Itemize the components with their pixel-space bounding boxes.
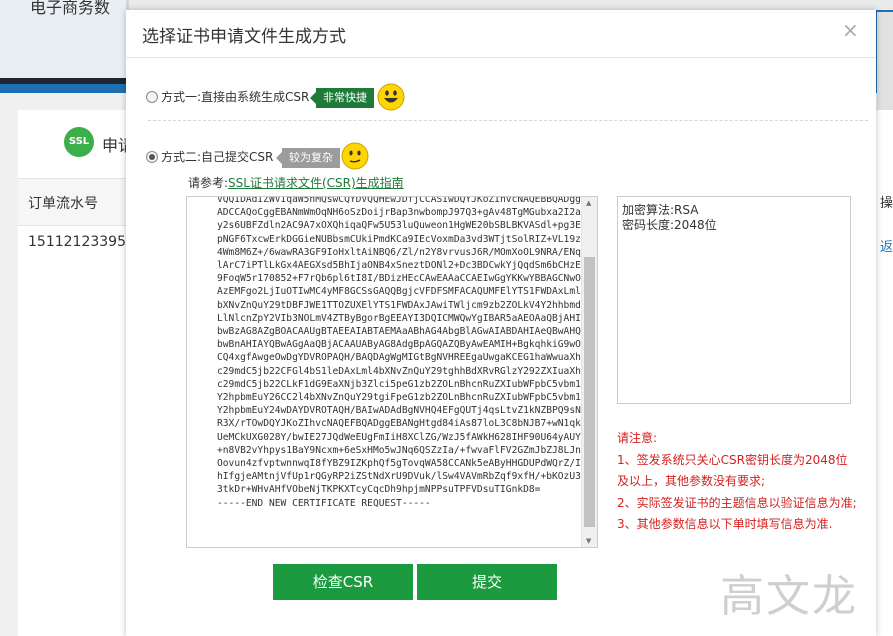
signature-watermark: 高文龙	[720, 571, 858, 622]
option-system-generate-label: 方式一:直接由系统生成CSR	[161, 90, 310, 104]
reference-prefix: 请参考:	[188, 176, 229, 190]
csr-textarea[interactable]: VQQIDAdIZWVIqaW5nMQswCQYDVQQHEwJDfjCCASI…	[186, 196, 598, 548]
notice: 请注意: 1、签发系统只关心CSR密钥长度为2048位及以上，其他参数没有要求;…	[617, 428, 857, 536]
notice-item: 3、其他参数信息以下单时填写信息为准.	[617, 517, 833, 531]
reference-line: 请参考:SSL证书请求文件(CSR)生成指南	[188, 174, 404, 191]
submit-button[interactable]: 提交	[417, 564, 557, 600]
smiley-happy-icon	[377, 83, 405, 111]
csr-text: VQQIDAdIZWVIqaW5nMQswCQYDVQQHEwJDfjCCASI…	[217, 196, 593, 509]
table-header: 订单流水号	[18, 178, 126, 226]
complex-tag: 较为复杂	[276, 148, 340, 168]
radio-icon[interactable]	[146, 150, 158, 163]
csr-scrollbar[interactable]: ▲ ▼	[581, 197, 597, 547]
check-csr-button[interactable]: 检查CSR	[273, 564, 413, 600]
scroll-thumb[interactable]	[584, 257, 595, 527]
csr-info-box: 加密算法:RSA 密码长度:2048位	[617, 196, 851, 404]
notice-title: 请注意:	[617, 431, 658, 445]
option-self-submit-label: 方式二:自己提交CSR	[161, 150, 274, 164]
order-number-header: 订单流水号	[28, 196, 98, 212]
notice-item: 2、实际签发证书的主题信息以验证信息为准;	[617, 495, 857, 510]
background-top-strip	[0, 0, 893, 10]
ssl-badge: SSL	[64, 127, 94, 157]
dialog-title: 选择证书申请文件生成方式	[142, 27, 346, 47]
option-divider	[148, 120, 868, 121]
action-column-header: 操	[880, 196, 893, 211]
csr-method-dialog: 选择证书申请文件生成方式 × 方式一:直接由系统生成CSR 非常快捷 方式二:自…	[126, 10, 876, 636]
scroll-down-icon[interactable]: ▼	[586, 537, 591, 545]
smiley-neutral-icon	[341, 142, 369, 170]
notice-item: 1、签发系统只关心CSR密钥长度为2048位及以上，其他参数没有要求;	[617, 452, 848, 489]
order-number-cell: 151121233956	[28, 234, 135, 250]
csr-guide-link[interactable]: SSL证书请求文件(CSR)生成指南	[228, 176, 404, 190]
key-length-info: 密码长度:2048位	[622, 218, 717, 232]
close-icon[interactable]: ×	[842, 18, 859, 42]
radio-icon[interactable]	[146, 90, 158, 103]
banner-text: 电子商务数	[30, 0, 111, 17]
option-system-generate[interactable]: 方式一:直接由系统生成CSR	[146, 88, 309, 105]
background-banner: 电子商务数	[0, 0, 129, 84]
option-self-submit[interactable]: 方式二:自己提交CSR	[146, 148, 273, 165]
title-divider	[126, 57, 876, 58]
fast-tag: 非常快捷	[310, 88, 374, 108]
action-link[interactable]: 返	[880, 236, 893, 255]
scroll-up-icon[interactable]: ▲	[586, 199, 591, 207]
